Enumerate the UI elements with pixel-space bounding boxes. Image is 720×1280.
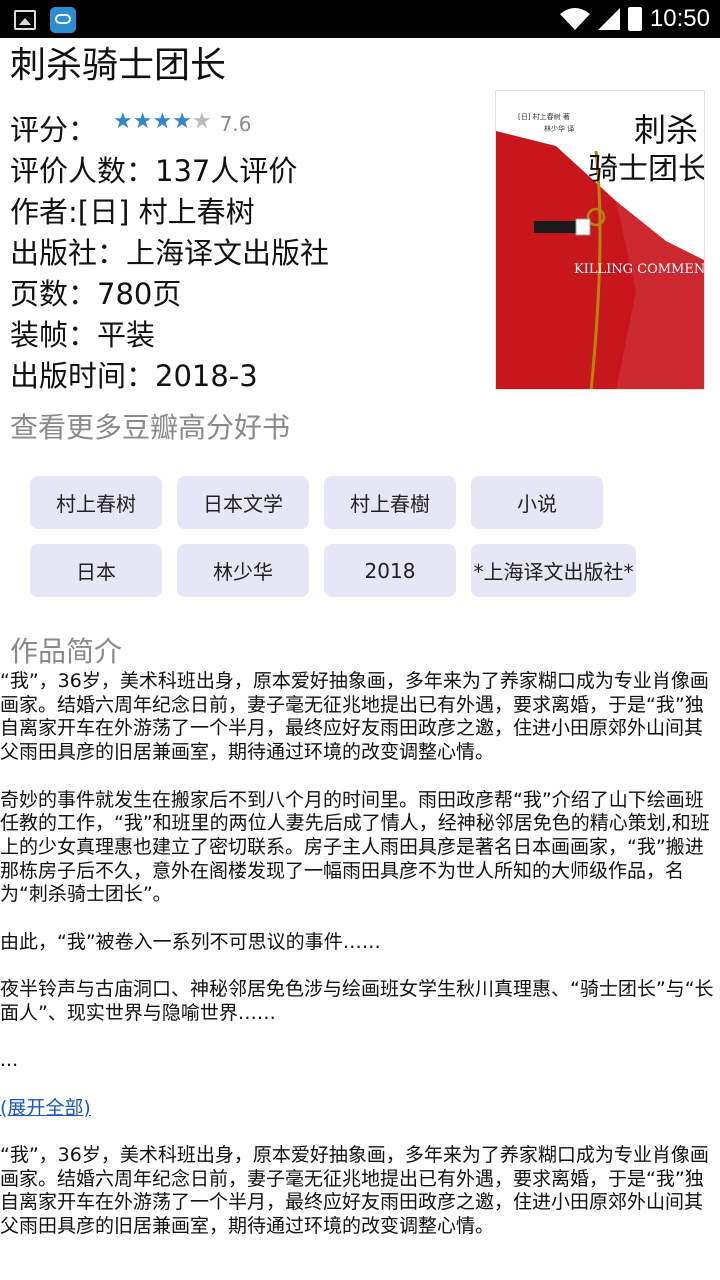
intro-ellipsis: ... bbox=[0, 1049, 19, 1072]
tag-button[interactable]: 2018 bbox=[324, 544, 456, 597]
cover-english: KILLING COMMENDATORE bbox=[574, 262, 705, 277]
image-notification-icon bbox=[14, 10, 36, 30]
binding: 装帧：平装 bbox=[10, 318, 156, 352]
intro-paragraph: 由此，“我”被卷入一系列不可思议的事件…… bbox=[0, 930, 381, 953]
star-icon: ★ bbox=[132, 108, 153, 134]
app-notification-icon bbox=[50, 7, 76, 33]
rating-value: 7.6 bbox=[219, 112, 252, 136]
book-cover[interactable]: [日] 村上春树 著 林少华 译 刺杀 骑士团长 第1部 显形理念篇 KILLI… bbox=[495, 90, 705, 390]
signal-icon bbox=[597, 8, 620, 30]
clock: 10:50 bbox=[649, 5, 710, 32]
star-icon: ★ bbox=[113, 108, 133, 134]
cover-title-line2: 骑士团长 bbox=[588, 152, 705, 187]
tag-button[interactable]: 村上春樹 bbox=[324, 476, 456, 529]
book-info: 评分： ★ ★ ★ ★ ★ 7.6 评价人数：137人评价 作者:[日] 村上春… bbox=[10, 110, 329, 397]
star-empty-icon: ★ bbox=[191, 108, 212, 134]
cover-title-line1: 刺杀 bbox=[634, 111, 698, 149]
more-books-link[interactable]: 查看更多豆瓣高分好书 bbox=[10, 406, 290, 446]
reviewers: 评价人数：137人评价 bbox=[10, 154, 298, 188]
page-count: 页数：780页 bbox=[10, 277, 182, 311]
intro-section-title: 作品简介 bbox=[10, 635, 123, 668]
rating-row: 评分： ★ ★ ★ ★ ★ 7.6 bbox=[10, 110, 329, 151]
star-icon: ★ bbox=[152, 108, 173, 134]
tag-button[interactable]: *上海译文出版社* bbox=[471, 544, 636, 597]
cover-volume: 第1部 显形理念篇 bbox=[634, 197, 698, 207]
star-icon: ★ bbox=[172, 108, 192, 134]
tag-button[interactable]: 日本 bbox=[30, 544, 162, 597]
intro-paragraph: “我”，36岁，美术科班出身，原本爱好抽象画，多年来为了养家糊口成为专业肖像画画… bbox=[0, 1143, 709, 1238]
tag-button[interactable]: 村上春树 bbox=[30, 476, 162, 529]
intro-paragraph: “我”，36岁，美术科班出身，原本爱好抽象画，多年来为了养家糊口成为专业肖像画画… bbox=[0, 670, 709, 764]
author: 作者:[日] 村上春树 bbox=[10, 195, 255, 229]
publish-date: 出版时间：2018-3 bbox=[10, 359, 258, 393]
intro-text: “我”，36岁，美术科班出身，原本爱好抽象画，多年来为了养家糊口成为专业肖像画画… bbox=[0, 670, 716, 1239]
cover-translator-line: 林少华 译 bbox=[544, 124, 574, 133]
battery-icon bbox=[627, 7, 642, 31]
cover-author-line: [日] 村上春树 著 bbox=[518, 112, 570, 121]
tag-button[interactable]: 日本文学 bbox=[177, 476, 309, 529]
rating-stars: ★ ★ ★ ★ ★ 7.6 bbox=[113, 98, 251, 145]
rating-label: 评分： bbox=[10, 113, 98, 147]
tag-button[interactable]: 林少华 bbox=[177, 544, 309, 597]
intro-paragraph: 夜半铃声与古庙洞口、神秘邻居免色涉与绘画班女学生秋川真理惠、“骑士团长”与“长面… bbox=[0, 978, 714, 1024]
status-bar: 10:50 bbox=[0, 0, 720, 38]
tag-button[interactable]: 小说 bbox=[471, 476, 603, 529]
publisher: 出版社：上海译文出版社 bbox=[10, 236, 330, 270]
intro-paragraph: 奇妙的事件就发生在搬家后不到八个月的时间里。雨田政彦帮“我”介绍了山下绘画班任教… bbox=[0, 788, 710, 906]
cover-art: [日] 村上春树 著 林少华 译 刺杀 骑士团长 第1部 显形理念篇 KILLI… bbox=[496, 91, 705, 389]
expand-all-link[interactable]: (展开全部) bbox=[0, 1097, 91, 1119]
wifi-icon bbox=[559, 8, 590, 30]
book-title: 刺杀骑士团长 bbox=[10, 45, 227, 86]
